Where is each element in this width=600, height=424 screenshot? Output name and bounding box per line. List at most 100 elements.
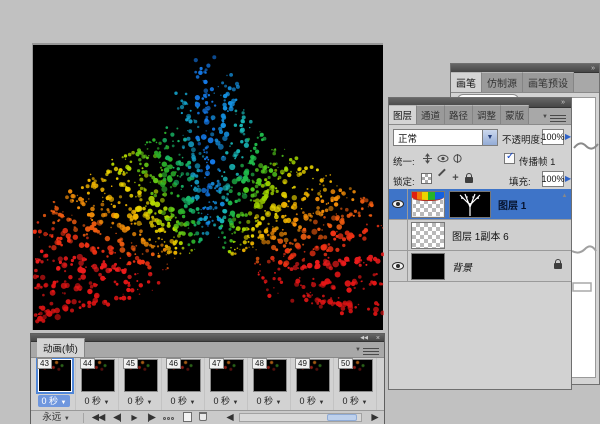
- mask-fountain-art: [450, 192, 490, 217]
- lock-position-icon[interactable]: +: [449, 172, 462, 184]
- layer-row[interactable]: 图层 1副本 6: [389, 220, 571, 251]
- frame-delay-select[interactable]: 0 秒 ▼: [165, 395, 201, 407]
- frame-number: 43: [37, 358, 52, 369]
- visibility-toggle[interactable]: [389, 189, 408, 219]
- loop-count-select[interactable]: 永远 ▼: [35, 411, 75, 424]
- blend-mode-value: 正常: [398, 131, 417, 145]
- layer-thumbnail-art: [412, 192, 444, 201]
- layer-thumbnail[interactable]: [411, 222, 445, 249]
- scroll-up-icon[interactable]: ▲: [560, 191, 569, 201]
- brush-panel-tab[interactable]: 画笔: [451, 72, 482, 92]
- frames-scrollbar-thumb[interactable]: [327, 414, 357, 421]
- chevron-down-icon: ▼: [61, 400, 67, 406]
- chevron-down-icon: ▼: [276, 400, 282, 406]
- frame-number: 46: [166, 358, 181, 369]
- brush-stroke-thumbnail: [571, 243, 597, 257]
- frame-delay-select[interactable]: 0 秒 ▼: [79, 395, 115, 407]
- tab-animation-frames[interactable]: 动画(帧): [37, 338, 85, 357]
- animation-frame[interactable]: 49 0 秒 ▼: [294, 358, 334, 410]
- frame-number: 45: [123, 358, 138, 369]
- frame-delay-select[interactable]: 0 秒 ▼: [294, 395, 330, 407]
- divider: [83, 413, 84, 423]
- collapse-panel-icon[interactable]: »: [561, 98, 565, 107]
- frame-delay-value: 0 秒: [343, 396, 360, 406]
- frame-delay-select[interactable]: 0 秒 ▼: [208, 395, 244, 407]
- animation-frame[interactable]: 43 0 秒 ▼: [36, 358, 76, 410]
- brush-panel-tab[interactable]: 仿制源: [482, 72, 523, 92]
- animation-frame[interactable]: 47 0 秒 ▼: [208, 358, 248, 410]
- brush-panel-tabs: 画笔 仿制源 画笔预设: [451, 73, 599, 93]
- layers-panel-tab[interactable]: 图层: [389, 105, 417, 124]
- delete-frame-button[interactable]: [197, 411, 209, 424]
- layer-row[interactable]: 图层 1: [389, 189, 571, 220]
- animation-frame[interactable]: 48 0 秒 ▼: [251, 358, 291, 410]
- unify-position-icon[interactable]: [421, 153, 434, 165]
- panel-menu-icon[interactable]: ▼: [550, 113, 566, 122]
- visibility-toggle[interactable]: [389, 220, 408, 250]
- photoshop-workspace: » 画笔 仿制源 画笔预设: [0, 0, 600, 424]
- scroll-left-icon[interactable]: ◀: [224, 411, 236, 424]
- layer-thumbnail[interactable]: [411, 191, 445, 218]
- animation-frame[interactable]: 46 0 秒 ▼: [165, 358, 205, 410]
- animation-frame[interactable]: 45 0 秒 ▼: [122, 358, 162, 410]
- chevron-down-icon: ▼: [190, 400, 196, 406]
- layer-lock-icon: [554, 263, 562, 269]
- fill-label: 填充:: [509, 174, 531, 188]
- layers-panel-tab[interactable]: 调整: [473, 105, 501, 124]
- frame-number: 44: [80, 358, 95, 369]
- layer-mask-thumbnail[interactable]: [449, 191, 491, 218]
- menu-arrow-icon: ▼: [542, 114, 548, 120]
- tween-button[interactable]: [161, 411, 175, 424]
- eye-icon: [392, 200, 404, 208]
- frames-scrollbar-track[interactable]: [239, 413, 362, 422]
- unify-style-icon[interactable]: [451, 153, 464, 165]
- layers-panel-tab[interactable]: 蒙版: [501, 105, 529, 124]
- next-frame-button[interactable]: |▶: [143, 411, 159, 424]
- fill-spinner-icon[interactable]: ▶: [565, 174, 574, 183]
- chevron-down-icon[interactable]: ▼: [482, 130, 497, 145]
- play-button[interactable]: ▶: [127, 411, 141, 424]
- chevron-down-icon: ▼: [104, 400, 110, 406]
- frame-delay-select[interactable]: 0 秒 ▼: [38, 395, 70, 407]
- unify-visibility-icon[interactable]: [436, 153, 449, 165]
- scroll-right-icon[interactable]: ▶: [369, 411, 381, 424]
- layer-list: 图层 1: [389, 189, 571, 282]
- panel-menu-icon[interactable]: ▼: [363, 346, 379, 355]
- frame-number: 50: [338, 358, 353, 369]
- brush-panel-tab[interactable]: 画笔预设: [523, 72, 574, 92]
- frame-delay-select[interactable]: 0 秒 ▼: [337, 395, 373, 407]
- frame-delay-value: 0 秒: [171, 396, 188, 406]
- new-frame-button[interactable]: [181, 411, 193, 424]
- lock-all-icon[interactable]: [465, 177, 473, 183]
- layer-row[interactable]: 背景: [389, 251, 571, 282]
- opacity-label: 不透明度:: [502, 132, 543, 146]
- propagate-frame-checkbox[interactable]: ✓: [504, 153, 515, 164]
- collapse-panel-icon[interactable]: »: [591, 64, 595, 73]
- lock-label: 锁定:: [393, 174, 415, 188]
- lock-transparency-icon[interactable]: [421, 173, 432, 184]
- fill-value[interactable]: 100%: [542, 171, 564, 187]
- frame-delay-select[interactable]: 0 秒 ▼: [251, 395, 287, 407]
- first-frame-button[interactable]: ◀◀: [89, 411, 107, 424]
- frame-delay-value: 0 秒: [257, 396, 274, 406]
- layers-panel-tab[interactable]: 通道: [417, 105, 445, 124]
- lock-pixels-icon[interactable]: [437, 174, 447, 184]
- animation-frame[interactable]: 50 0 秒 ▼: [337, 358, 377, 410]
- check-icon: ✓: [506, 151, 514, 162]
- menu-arrow-icon: ▼: [355, 347, 361, 353]
- animation-panel: ◀◀ × 动画(帧) ▼ 43 0 秒 ▼: [30, 333, 385, 424]
- frame-delay-value: 0 秒: [128, 396, 145, 406]
- document-canvas[interactable]: [32, 43, 383, 330]
- unify-row: 统一: ✓ 传播帧 1: [389, 151, 571, 169]
- chevron-down-icon: ▼: [319, 400, 325, 406]
- layers-panel-tab[interactable]: 路径: [445, 105, 473, 124]
- layer-thumbnail[interactable]: [411, 253, 445, 280]
- frame-delay-select[interactable]: 0 秒 ▼: [122, 395, 158, 407]
- animation-frame[interactable]: 44 0 秒 ▼: [79, 358, 119, 410]
- frame-delay-value: 0 秒: [85, 396, 102, 406]
- blend-mode-select[interactable]: 正常 ▼: [393, 129, 498, 146]
- opacity-value[interactable]: 100%: [542, 129, 564, 145]
- previous-frame-button[interactable]: ◀|: [109, 411, 125, 424]
- opacity-spinner-icon[interactable]: ▶: [565, 132, 574, 141]
- visibility-toggle[interactable]: [389, 251, 408, 281]
